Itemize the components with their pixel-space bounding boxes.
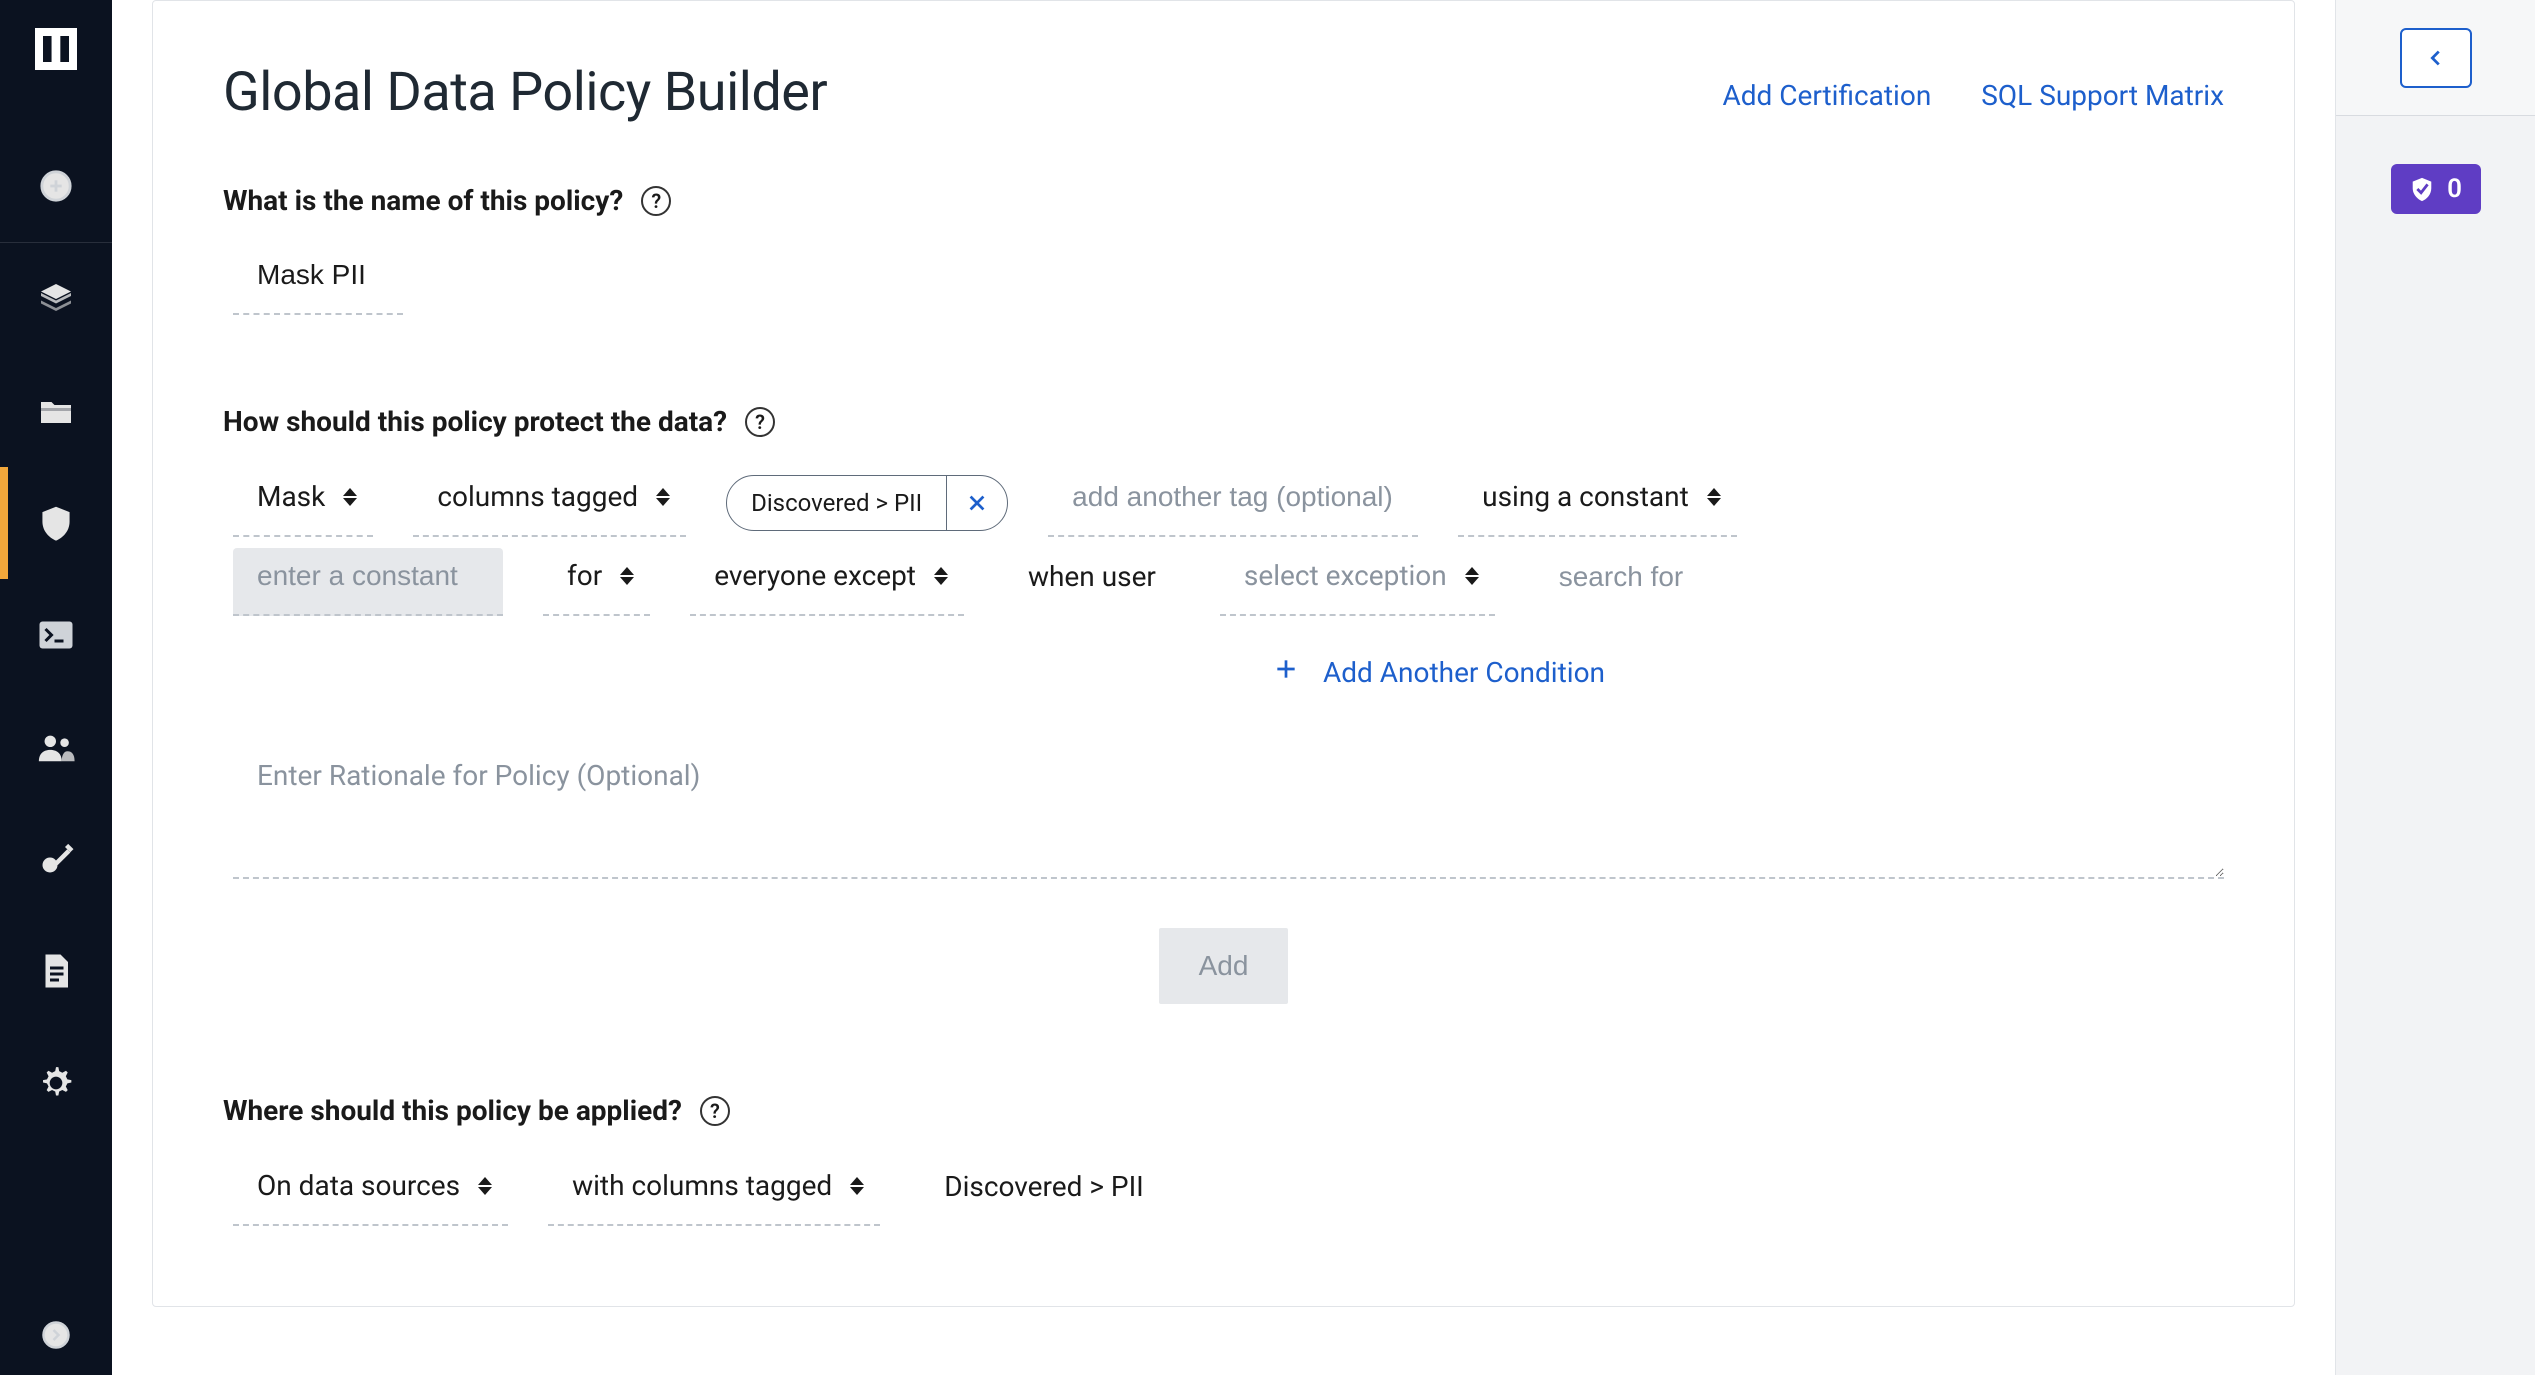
- constant-input[interactable]: [233, 548, 503, 616]
- nav-collapse[interactable]: [0, 1295, 112, 1375]
- nav-people[interactable]: [0, 691, 112, 803]
- tag-label: Discovered > PII: [727, 476, 947, 530]
- nav-add[interactable]: [0, 130, 112, 242]
- nav-security[interactable]: [0, 467, 112, 579]
- label-policy-name: What is the name of this policy?: [223, 184, 623, 217]
- folder-icon: [38, 395, 74, 427]
- sort-arrows-icon: [1463, 562, 1481, 590]
- add-tag-input[interactable]: [1048, 469, 1418, 537]
- layers-icon: [38, 281, 74, 317]
- sort-arrows-icon: [1705, 483, 1723, 511]
- sort-arrows-icon: [476, 1172, 494, 1200]
- nav-stacks[interactable]: [0, 243, 112, 355]
- add-condition-button[interactable]: Add Another Condition: [1273, 656, 2224, 689]
- shield-check-icon: [2409, 176, 2435, 202]
- nav-folder[interactable]: [0, 355, 112, 467]
- shield-icon: [39, 504, 73, 542]
- link-sql-support-matrix[interactable]: SQL Support Matrix: [1981, 79, 2224, 112]
- sidebar: [0, 0, 112, 1375]
- nav-document[interactable]: [0, 915, 112, 1027]
- sort-arrows-icon: [654, 483, 672, 511]
- rail-badge[interactable]: 0: [2391, 164, 2481, 214]
- plus-icon: [1273, 656, 1299, 689]
- add-button[interactable]: Add: [1159, 928, 1289, 1004]
- main-content: Global Data Policy Builder Add Certifica…: [112, 0, 2335, 1375]
- gear-icon: [37, 1064, 75, 1102]
- label-protect: How should this policy protect the data?: [223, 405, 727, 438]
- select-exception[interactable]: select exception: [1220, 547, 1495, 616]
- chevron-left-icon: [2425, 45, 2447, 71]
- policy-name-input[interactable]: [233, 247, 403, 315]
- sort-arrows-icon: [618, 562, 636, 590]
- people-icon: [36, 732, 76, 762]
- rail-collapse-button[interactable]: [2400, 28, 2472, 88]
- help-icon[interactable]: ?: [641, 186, 671, 216]
- right-rail: 0: [2335, 0, 2535, 1375]
- select-everyone[interactable]: everyone except: [690, 547, 964, 616]
- select-on-sources[interactable]: On data sources: [233, 1157, 508, 1226]
- help-icon[interactable]: ?: [745, 407, 775, 437]
- select-for[interactable]: for: [543, 547, 650, 616]
- where-tag-value: Discovered > PII: [920, 1158, 1168, 1225]
- document-icon: [41, 953, 71, 989]
- tag-pill: Discovered > PII: [726, 475, 1008, 531]
- sort-arrows-icon: [932, 562, 950, 590]
- plus-circle-icon: [39, 169, 73, 203]
- nav-terminal[interactable]: [0, 579, 112, 691]
- key-icon: [38, 841, 74, 877]
- sort-arrows-icon: [848, 1172, 866, 1200]
- nav-key[interactable]: [0, 803, 112, 915]
- arrow-circle-icon: [41, 1320, 71, 1350]
- policy-card: Global Data Policy Builder Add Certifica…: [152, 0, 2295, 1307]
- sort-arrows-icon: [341, 483, 359, 511]
- select-action[interactable]: Mask: [233, 468, 373, 537]
- app-logo[interactable]: [35, 28, 77, 70]
- page-title: Global Data Policy Builder: [223, 61, 827, 124]
- select-using[interactable]: using a constant: [1458, 468, 1737, 537]
- label-when-user: when user: [1004, 548, 1180, 615]
- rationale-textarea[interactable]: [233, 749, 2224, 879]
- select-target[interactable]: columns tagged: [413, 468, 686, 537]
- tag-remove[interactable]: [947, 476, 1007, 530]
- nav-settings[interactable]: [0, 1027, 112, 1139]
- help-icon[interactable]: ?: [700, 1096, 730, 1126]
- label-where: Where should this policy be applied?: [223, 1094, 682, 1127]
- close-icon: [966, 492, 988, 514]
- terminal-icon: [38, 620, 74, 650]
- link-add-certification[interactable]: Add Certification: [1722, 79, 1931, 112]
- search-for-input[interactable]: [1535, 549, 1944, 615]
- select-with-columns[interactable]: with columns tagged: [548, 1157, 880, 1226]
